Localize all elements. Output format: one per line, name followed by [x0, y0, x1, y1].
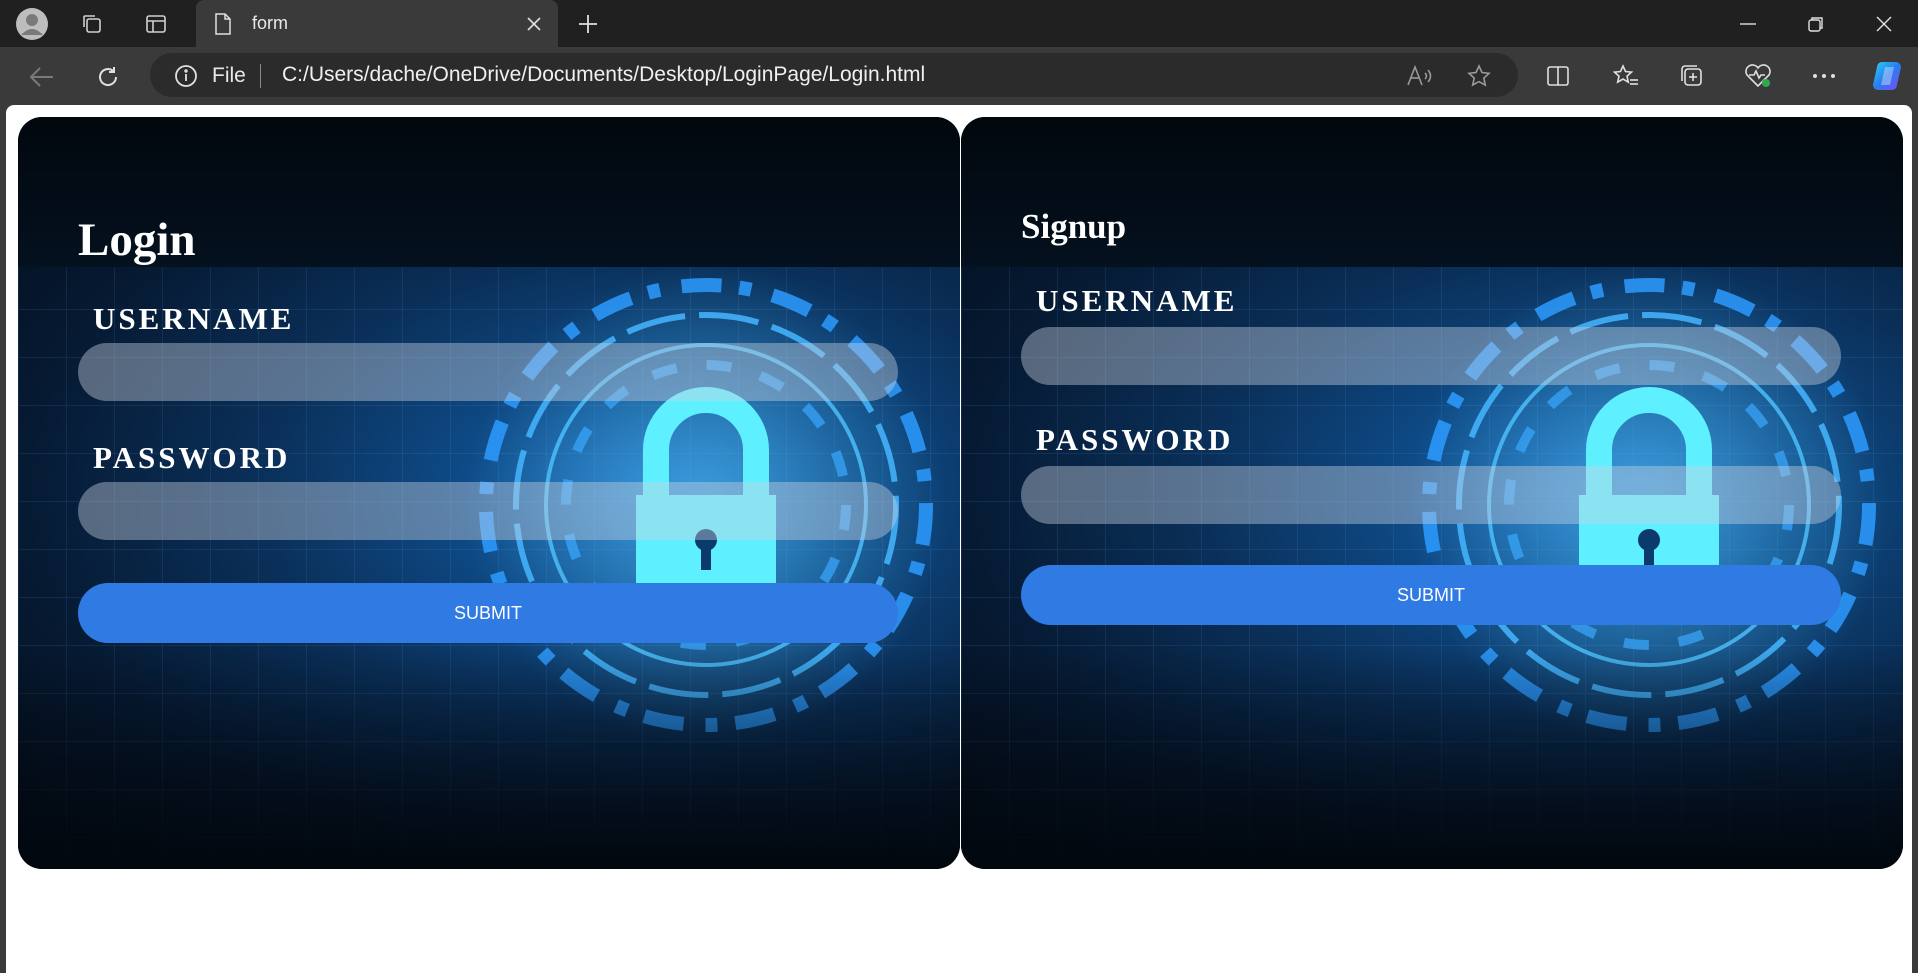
copilot-icon[interactable]: [1868, 56, 1908, 96]
signup-username-label: USERNAME: [1036, 283, 1238, 318]
address-url[interactable]: C:/Users/dache/OneDrive/Documents/Deskto…: [282, 63, 925, 87]
page-viewport: Login USERNAME PASSWORD SUBMIT Signup US…: [6, 105, 1912, 973]
login-username-input[interactable]: [78, 343, 898, 401]
window-close-icon[interactable]: [1850, 0, 1918, 47]
workspaces-icon[interactable]: [74, 6, 110, 42]
read-aloud-icon[interactable]: [1406, 63, 1432, 89]
login-password-input[interactable]: [78, 482, 898, 540]
refresh-icon[interactable]: [88, 57, 128, 97]
favorites-icon[interactable]: [1610, 60, 1642, 92]
tab-title: form: [252, 13, 288, 33]
minimize-icon[interactable]: [1714, 0, 1782, 47]
close-icon[interactable]: [522, 12, 546, 36]
address-scheme-label: File: [212, 64, 246, 87]
browser-toolbar: File C:/Users/dache/OneDrive/Documents/D…: [0, 47, 1918, 105]
document-icon: [214, 13, 232, 40]
signup-panel: Signup USERNAME PASSWORD SUBMIT: [961, 117, 1903, 869]
login-submit-button[interactable]: SUBMIT: [78, 583, 898, 643]
browser-tab-bar: form: [0, 0, 1918, 47]
address-divider: [260, 64, 261, 88]
login-username-label: USERNAME: [93, 301, 295, 336]
signup-title: Signup: [1021, 207, 1127, 246]
split-screen-icon[interactable]: [1542, 60, 1574, 92]
info-icon[interactable]: [174, 64, 198, 93]
signup-username-input[interactable]: [1021, 327, 1841, 385]
more-icon[interactable]: [1808, 60, 1840, 92]
login-panel: Login USERNAME PASSWORD SUBMIT: [18, 117, 960, 869]
login-title: Login: [78, 214, 196, 266]
collections-icon[interactable]: [1676, 60, 1708, 92]
plus-icon[interactable]: [570, 6, 606, 42]
signup-submit-button[interactable]: SUBMIT: [1021, 565, 1841, 625]
back-icon[interactable]: [22, 57, 62, 97]
login-password-label: PASSWORD: [93, 440, 291, 475]
address-bar[interactable]: File C:/Users/dache/OneDrive/Documents/D…: [150, 53, 1518, 97]
browser-content-area: Login USERNAME PASSWORD SUBMIT Signup US…: [0, 105, 1918, 973]
browser-essentials-icon[interactable]: [1742, 60, 1774, 92]
restore-icon[interactable]: [1782, 0, 1850, 47]
favorite-star-icon[interactable]: [1466, 63, 1492, 89]
profile-icon[interactable]: [14, 6, 50, 42]
signup-password-input[interactable]: [1021, 466, 1841, 524]
signup-password-label: PASSWORD: [1036, 422, 1234, 457]
tab-actions-icon[interactable]: [138, 6, 174, 42]
active-tab[interactable]: form: [196, 0, 558, 47]
